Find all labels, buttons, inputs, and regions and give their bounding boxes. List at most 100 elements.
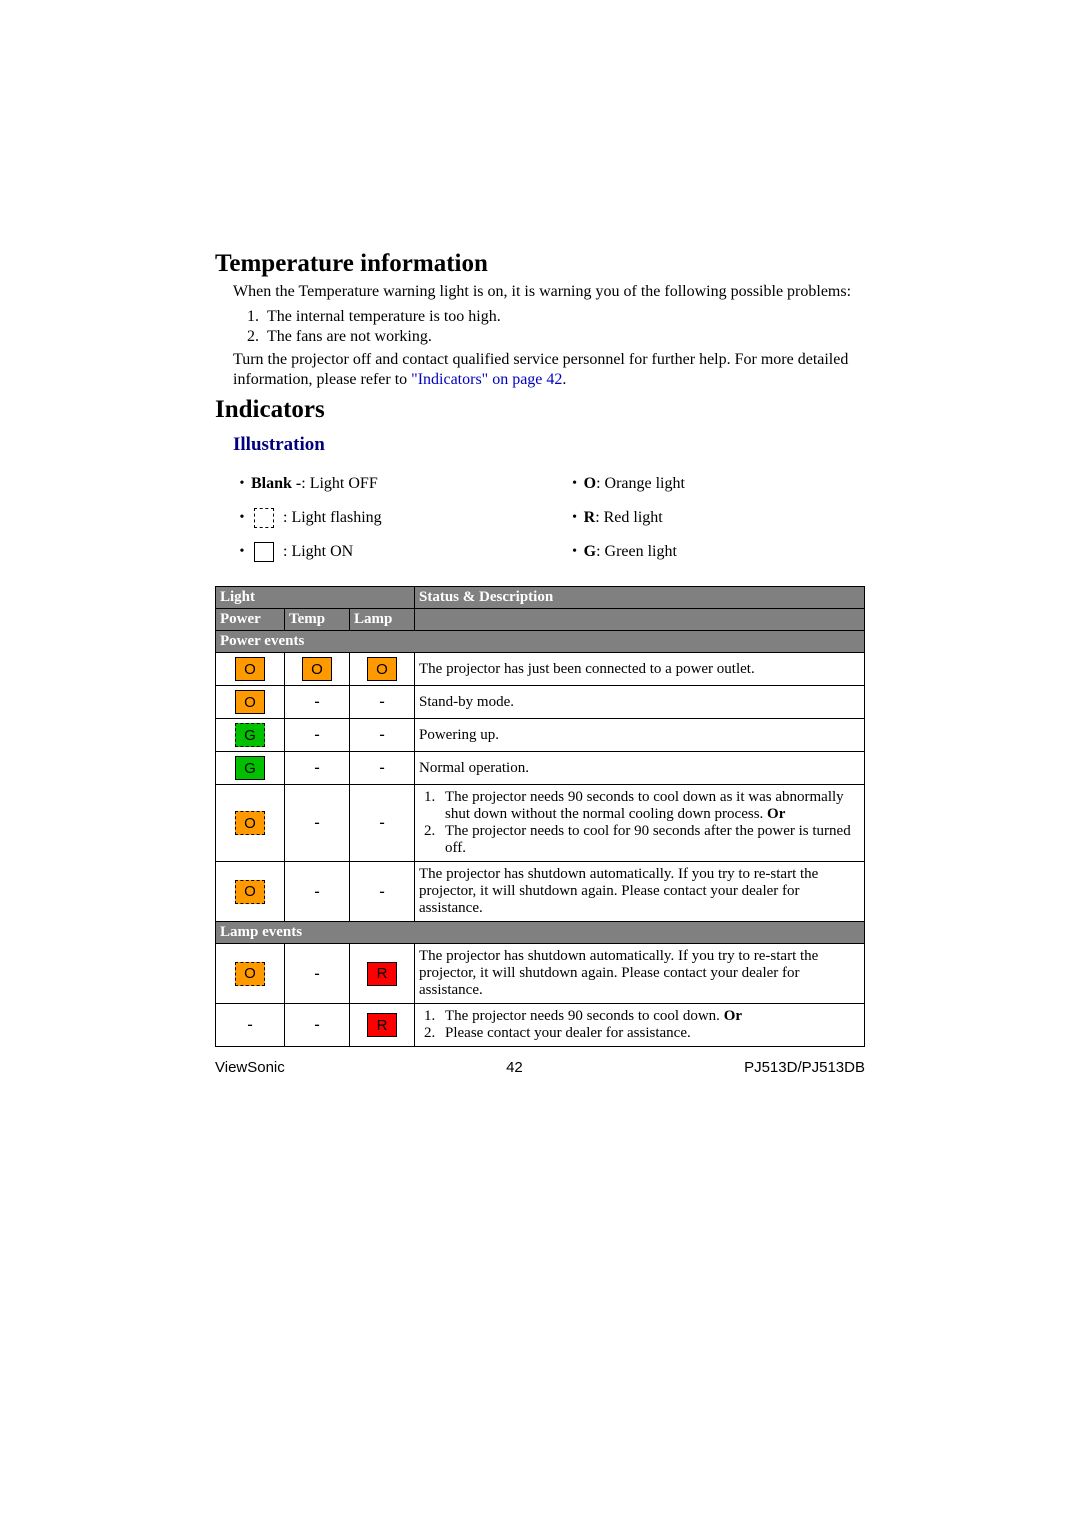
- indicators-page-link[interactable]: "Indicators" on page 42: [411, 371, 562, 388]
- cell-lamp: O: [350, 653, 415, 686]
- table-header-row: Light Status & Description: [216, 587, 865, 609]
- legend-red-label: R: [584, 509, 596, 526]
- section-lamp-events: Lamp events: [216, 922, 865, 944]
- cell-temp: -: [285, 686, 350, 719]
- cell-temp: -: [285, 785, 350, 862]
- desc-list: The projector needs 90 seconds to cool d…: [439, 1008, 860, 1042]
- cell-lamp: -: [350, 862, 415, 922]
- indicator-table: Light Status & Description Power Temp La…: [215, 586, 865, 1047]
- legend: • Blank -: Light OFF • : Light flashing …: [233, 464, 865, 572]
- footer-brand: ViewSonic: [215, 1059, 285, 1076]
- dashed-box-icon: [251, 508, 277, 528]
- legend-blank-desc: : Light OFF: [301, 475, 377, 492]
- bullet-icon: •: [233, 510, 251, 526]
- table-row: O - - The projector needs 90 seconds to …: [216, 785, 865, 862]
- red-light-icon: R: [367, 962, 397, 986]
- legend-blank: • Blank -: Light OFF: [233, 470, 566, 498]
- cell-lamp: -: [350, 785, 415, 862]
- cell-desc: The projector has just been connected to…: [415, 653, 865, 686]
- cell-temp: -: [285, 752, 350, 785]
- text: The projector needs 90 seconds to cool d…: [445, 1008, 724, 1024]
- legend-orange-text: O: Orange light: [584, 475, 685, 493]
- cell-power: O: [216, 944, 285, 1004]
- cell-desc: The projector has shutdown automatically…: [415, 862, 865, 922]
- table-row: O - R The projector has shutdown automat…: [216, 944, 865, 1004]
- legend-green: • G: Green light: [566, 538, 865, 566]
- cell-temp: O: [285, 653, 350, 686]
- cell-desc: The projector needs 90 seconds to cool d…: [415, 1004, 865, 1047]
- legend-flashing: • : Light flashing: [233, 504, 566, 532]
- col-temp: Temp: [285, 609, 350, 631]
- cell-lamp: R: [350, 944, 415, 1004]
- text-bold: Or: [767, 806, 785, 822]
- text: .: [562, 371, 566, 388]
- table-subheader-row: Power Temp Lamp: [216, 609, 865, 631]
- legend-red: • R: Red light: [566, 504, 865, 532]
- legend-on: • : Light ON: [233, 538, 566, 566]
- orange-flashing-light-icon: O: [235, 962, 265, 986]
- legend-green-desc: : Green light: [596, 543, 677, 560]
- cell-temp: -: [285, 1004, 350, 1047]
- cell-lamp: -: [350, 686, 415, 719]
- section-power-events-label: Power events: [216, 631, 865, 653]
- footer-model: PJ513D/PJ513DB: [744, 1059, 865, 1076]
- section-lamp-events-label: Lamp events: [216, 922, 865, 944]
- list-item: The fans are not working.: [263, 328, 865, 346]
- cell-power: G: [216, 719, 285, 752]
- table-row: O - - Stand-by mode.: [216, 686, 865, 719]
- legend-orange: • O: Orange light: [566, 470, 865, 498]
- cell-power: O: [216, 686, 285, 719]
- legend-green-text: G: Green light: [584, 543, 677, 561]
- red-light-icon: R: [367, 1013, 397, 1037]
- legend-red-text: R: Red light: [584, 509, 663, 527]
- table-row: O O O The projector has just been connec…: [216, 653, 865, 686]
- list-item: Please contact your dealer for assistanc…: [439, 1025, 860, 1042]
- text-bold: Or: [724, 1008, 742, 1024]
- page: Temperature information When the Tempera…: [0, 0, 1080, 1076]
- bullet-icon: •: [233, 476, 251, 492]
- cell-desc: The projector needs 90 seconds to cool d…: [415, 785, 865, 862]
- green-flashing-light-icon: G: [235, 723, 265, 747]
- temp-warning-paragraph: When the Temperature warning light is on…: [233, 282, 865, 302]
- cell-power: -: [216, 1004, 285, 1047]
- orange-light-icon: O: [302, 657, 332, 681]
- footer-page-number: 42: [506, 1059, 523, 1076]
- cell-lamp: -: [350, 719, 415, 752]
- legend-right-column: • O: Orange light • R: Red light • G: Gr…: [566, 464, 865, 572]
- table-row: O - - The projector has shutdown automat…: [216, 862, 865, 922]
- orange-light-icon: O: [367, 657, 397, 681]
- temp-note-paragraph: Turn the projector off and contact quali…: [233, 350, 865, 390]
- cell-temp: -: [285, 719, 350, 752]
- list-item: The projector needs to cool for 90 secon…: [439, 823, 860, 857]
- bullet-icon: •: [566, 476, 584, 492]
- cell-power: O: [216, 653, 285, 686]
- header-status: Status & Description: [415, 587, 865, 609]
- solid-box-icon: [251, 542, 277, 562]
- legend-orange-label: O: [584, 475, 596, 492]
- cell-lamp: R: [350, 1004, 415, 1047]
- cell-desc: Stand-by mode.: [415, 686, 865, 719]
- legend-blank-label: Blank -: [251, 475, 301, 492]
- cell-power: G: [216, 752, 285, 785]
- section-power-events: Power events: [216, 631, 865, 653]
- list-item: The projector needs 90 seconds to cool d…: [439, 789, 860, 823]
- bullet-icon: •: [566, 544, 584, 560]
- cell-temp: -: [285, 862, 350, 922]
- orange-light-icon: O: [235, 690, 265, 714]
- col-lamp: Lamp: [350, 609, 415, 631]
- orange-flashing-light-icon: O: [235, 880, 265, 904]
- cell-desc: Normal operation.: [415, 752, 865, 785]
- table-row: - - R The projector needs 90 seconds to …: [216, 1004, 865, 1047]
- header-light: Light: [216, 587, 415, 609]
- heading-temperature-information: Temperature information: [215, 250, 865, 278]
- bullet-icon: •: [566, 510, 584, 526]
- cell-desc: Powering up.: [415, 719, 865, 752]
- temp-problems-list: The internal temperature is too high. Th…: [253, 308, 865, 346]
- page-footer: ViewSonic 42 PJ513D/PJ513DB: [215, 1059, 865, 1076]
- heading-indicators: Indicators: [215, 396, 865, 424]
- legend-flashing-desc: : Light flashing: [283, 509, 382, 527]
- legend-blank-text: Blank -: Light OFF: [251, 475, 378, 493]
- desc-list: The projector needs 90 seconds to cool d…: [439, 789, 860, 857]
- list-item: The projector needs 90 seconds to cool d…: [439, 1008, 860, 1025]
- cell-power: O: [216, 862, 285, 922]
